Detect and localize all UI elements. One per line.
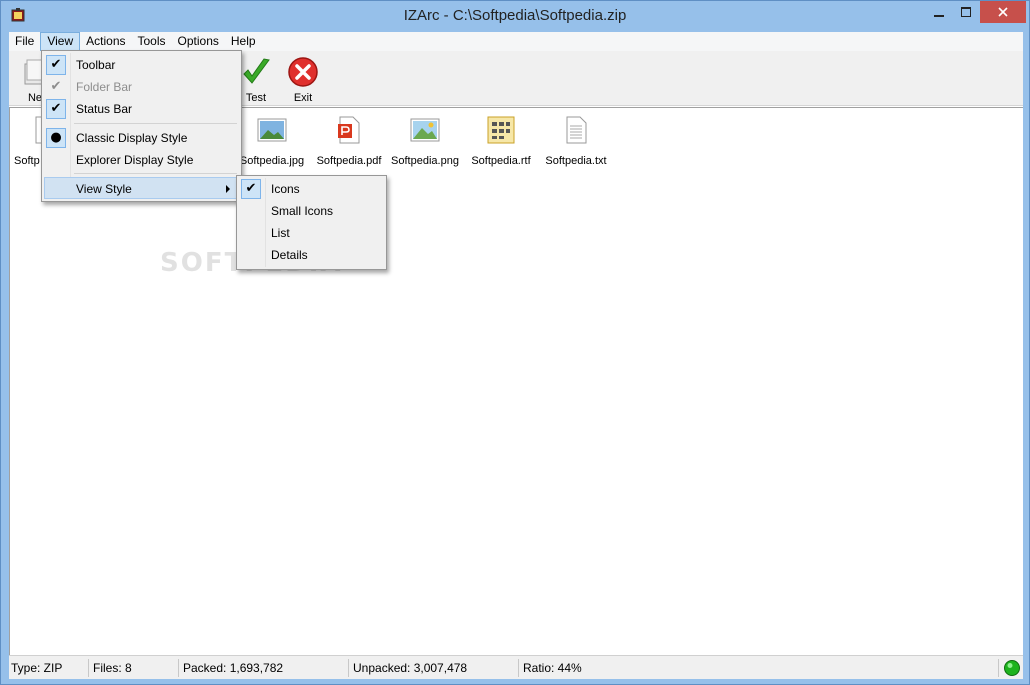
menu-item-small-icons[interactable]: Small Icons [239,200,384,222]
checkmark-icon: ✔ [50,79,62,94]
window-title: IZArc - C:\Softpedia\Softpedia.zip [403,7,627,24]
close-icon [998,7,1008,17]
minimize-icon [934,15,944,17]
checkmark-icon: ✔ [46,55,66,75]
menu-file[interactable]: File [9,32,40,51]
title-bar[interactable]: IZArc - C:\Softpedia\Softpedia.zip [1,1,1029,32]
file-name: Softpedia.txt [545,155,607,167]
status-ratio: Ratio: 44% [521,659,999,677]
maximize-icon [961,7,971,17]
status-led-icon [1004,660,1020,676]
submenu-arrow-icon [226,185,230,193]
file-name: Softpedia.pdf [316,155,382,167]
file-name: Softpedia.rtf [471,155,531,167]
menu-item-label: Details [271,248,308,262]
checkmark-icon: ✔ [241,179,261,199]
menu-tools[interactable]: Tools [132,32,172,51]
rtf-icon [487,116,515,144]
maximize-button[interactable] [953,1,979,23]
menu-item-status-bar[interactable]: ✔ Status Bar [44,98,239,120]
menu-item-label: Small Icons [271,204,334,218]
view-menu: ✔ Toolbar ✔ Folder Bar ✔ Status Bar ● Cl… [41,50,242,202]
status-packed: Packed: 1,693,782 [181,659,349,677]
menu-item-toolbar[interactable]: ✔ Toolbar [44,54,239,76]
menu-separator [74,173,237,174]
menu-item-details[interactable]: Details [239,244,384,266]
pdf-icon [338,116,360,144]
exit-button-label: Exit [293,92,313,104]
menu-item-label: Folder Bar [76,80,133,94]
image-icon [410,118,440,142]
text-file-icon [566,116,587,144]
file-item[interactable]: Softpedia.pdf [309,114,389,167]
menu-bar: File View Actions Tools Options Help [9,32,1023,51]
menu-separator [74,123,237,124]
menu-item-folder-bar: ✔ Folder Bar [44,76,239,98]
menu-item-label: Toolbar [76,58,116,72]
view-style-submenu: ✔ Icons Small Icons List Details [236,175,387,270]
file-item[interactable]: Softpedia.rtf [461,114,541,167]
image-icon [257,118,287,142]
file-name: Softpedia.jpg [239,155,305,167]
menu-item-icons[interactable]: ✔ Icons [239,178,384,200]
file-item[interactable]: Softpedia.png [385,114,465,167]
menu-item-label: View Style [76,182,132,196]
minimize-button[interactable] [926,1,952,23]
test-button[interactable]: Test [236,54,276,104]
menu-item-label: Explorer Display Style [76,153,194,167]
file-name: Softpedia.png [391,155,459,167]
menu-item-label: Classic Display Style [76,131,188,145]
menu-item-view-style[interactable]: View Style [44,177,239,199]
menu-item-list[interactable]: List [239,222,384,244]
status-type: Type: ZIP [9,659,89,677]
menu-options[interactable]: Options [172,32,225,51]
menu-item-label: Status Bar [76,102,133,116]
menu-item-label: Icons [271,182,300,196]
test-button-label: Test [245,92,267,104]
status-files: Files: 8 [91,659,179,677]
file-item[interactable]: Softpedia.jpg [232,114,312,167]
menu-actions[interactable]: Actions [80,32,131,51]
menu-help[interactable]: Help [225,32,262,51]
menu-item-label: List [271,226,290,240]
menu-view[interactable]: View [40,32,81,51]
close-window-button[interactable] [980,1,1026,23]
menu-item-classic-display[interactable]: ● Classic Display Style [44,127,239,149]
checkmark-icon [243,58,270,84]
file-item[interactable]: Softpedia.txt [536,114,616,167]
status-bar: Type: ZIP Files: 8 Packed: 1,693,782 Unp… [9,655,1023,679]
exit-button[interactable]: Exit [283,54,323,104]
radio-bullet-icon: ● [46,128,66,148]
status-unpacked: Unpacked: 3,007,478 [351,659,519,677]
checkmark-icon: ✔ [46,99,66,119]
app-window: IZArc - C:\Softpedia\Softpedia.zip File … [0,0,1030,685]
menu-item-explorer-display[interactable]: Explorer Display Style [44,149,239,171]
exit-icon [288,57,318,87]
